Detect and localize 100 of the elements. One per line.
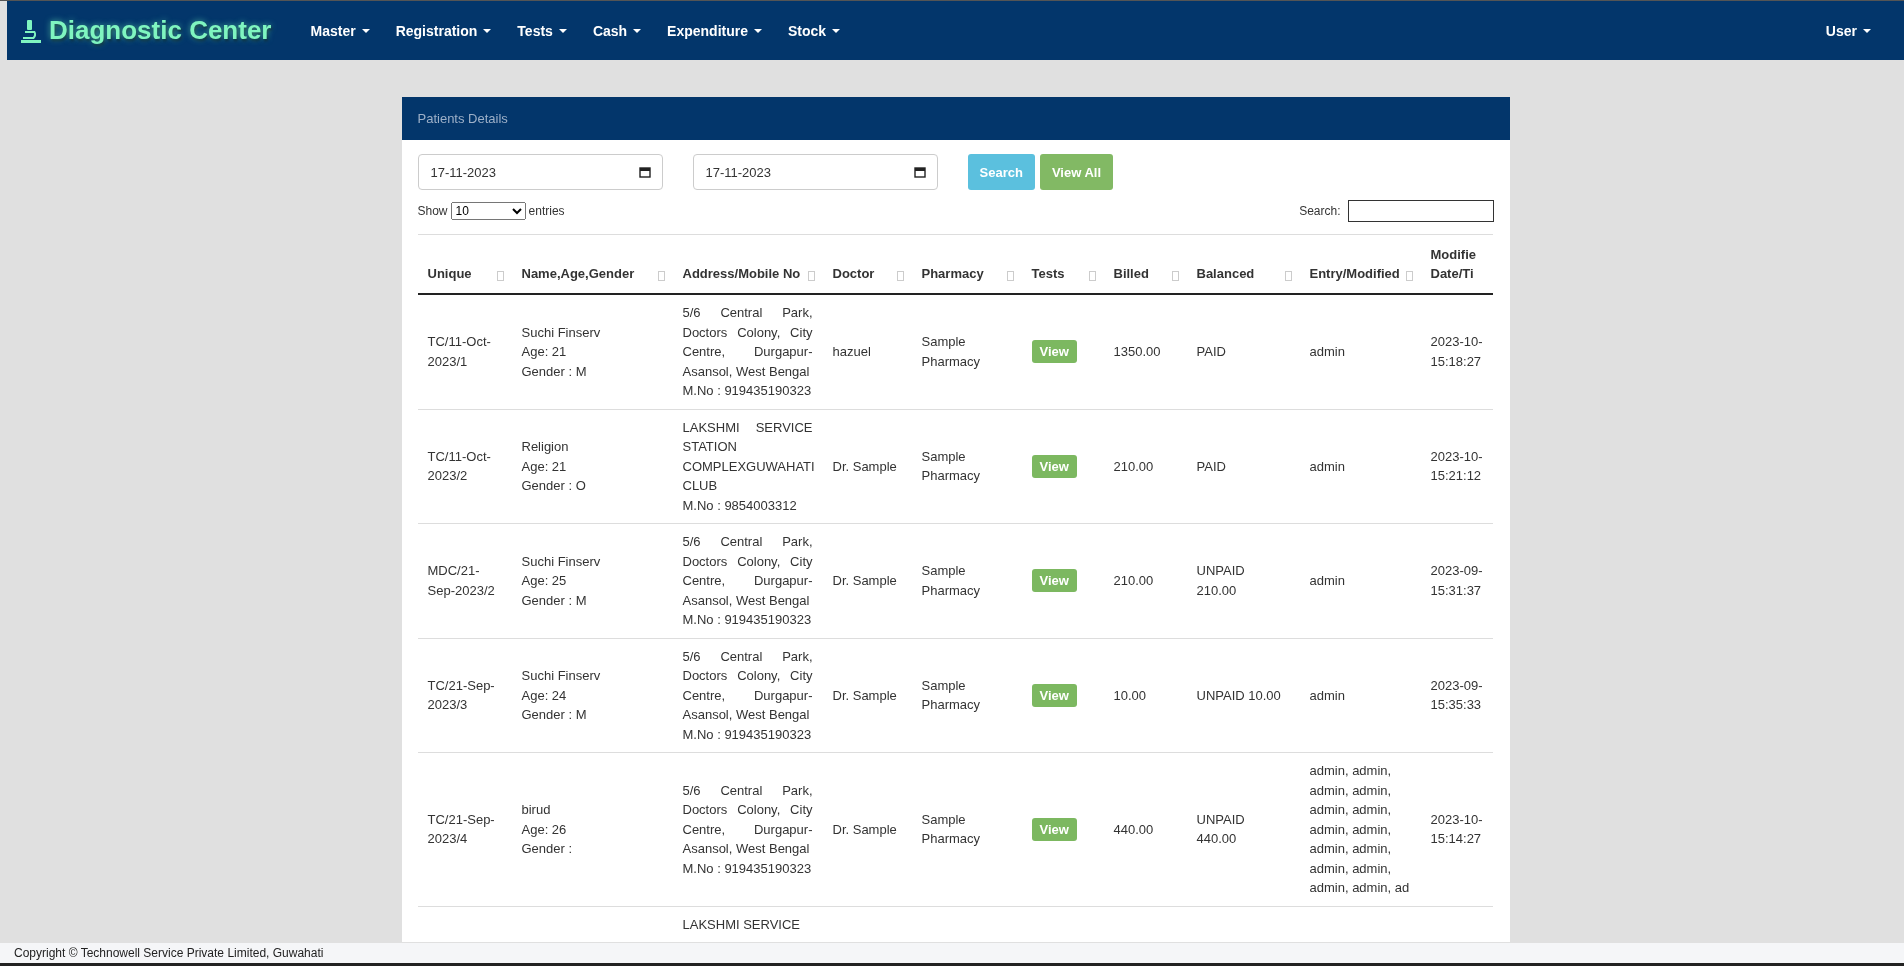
nav-menu[interactable]: Expenditure — [654, 22, 775, 39]
table-cell-text: admin — [1309, 572, 1346, 590]
sort-icon[interactable] — [1284, 271, 1292, 281]
sort-icon[interactable] — [1405, 271, 1413, 281]
column-header: Pharmacy — [921, 265, 984, 283]
table-cell-text: PAID — [1196, 457, 1227, 476]
user-menu[interactable]: User — [1812, 22, 1884, 39]
table-cell-text: Sample Pharmacy — [921, 676, 982, 715]
mobile-number: M.No : 919435190323 — [682, 611, 813, 629]
caret-icon — [832, 28, 841, 33]
table-cell-text: UNPAID 210.00 — [1196, 562, 1246, 600]
caret-icon — [483, 28, 492, 33]
mobile-number: M.No : 919435190323 — [682, 382, 813, 400]
brand-title[interactable]: Diagnostic Center — [19, 15, 272, 46]
column-header: Address/Mobile No — [682, 265, 801, 283]
table-cell-text: PAID — [1196, 343, 1227, 361]
sort-icon[interactable] — [657, 271, 665, 281]
table-cell-text: TC/11-Oct-2023/1 — [427, 333, 492, 371]
table-cell-text: 1350.00 — [1113, 343, 1162, 361]
table-cell-text: 2023-10- 15:21:12 — [1430, 447, 1484, 486]
table-cell-text: 440.00 — [1113, 820, 1155, 839]
patient-gender: Gender : M — [521, 706, 588, 724]
column-header: Entry/Modified — [1309, 265, 1400, 283]
patient-age: Age: 24 — [521, 686, 568, 705]
table-cell-text: Sample Pharmacy — [921, 810, 982, 849]
sort-icon[interactable] — [496, 271, 504, 281]
table-cell-text: Sample Pharmacy — [921, 447, 982, 486]
nav-menu[interactable]: Registration — [382, 22, 505, 39]
table-cell-text: TC/11-Oct-2023/2 — [427, 447, 492, 486]
date-field[interactable]: 17-11-2023 — [417, 154, 663, 190]
table-cell-text: admin — [1309, 343, 1346, 361]
mobile-number: M.No : 919435190323 — [682, 859, 813, 878]
patient-age: Age: 21 — [521, 343, 568, 361]
table-cell-text: 210.00 — [1113, 457, 1155, 476]
patient-gender: Gender : M — [521, 591, 588, 610]
address-text: LAKSHMI SERVICE — [682, 915, 802, 934]
nav-menu[interactable]: Cash — [579, 22, 655, 39]
panel-title: Patients Details — [401, 97, 1510, 140]
sort-icon[interactable] — [1171, 271, 1179, 281]
search-field[interactable] — [1347, 200, 1494, 222]
patient-name: Suchi Finserv — [521, 552, 602, 571]
patient-age: Age: 26 — [521, 820, 568, 839]
table-cell-text: UNPAID 10.00 — [1196, 686, 1282, 705]
patient-gender: Gender : O — [521, 477, 587, 495]
table-cell-text: Dr. Sample — [832, 572, 898, 590]
table-cell-text: Dr. Sample — [832, 457, 898, 476]
patient-name: Suchi Finserv — [521, 667, 602, 685]
table-cell-text: Dr. Sample — [832, 820, 898, 839]
table-cell-text: hazuel — [832, 343, 872, 361]
sort-icon[interactable] — [896, 271, 904, 281]
caret-icon — [558, 28, 567, 33]
table-cell-text: 210.00 — [1113, 572, 1155, 590]
nav-menu[interactable]: Master — [297, 22, 383, 39]
patient-age: Age: 25 — [521, 572, 568, 590]
calendar-icon[interactable] — [638, 166, 651, 178]
table-cell-text: Sample Pharmacy — [921, 333, 982, 371]
sort-icon[interactable] — [807, 271, 815, 281]
address-text: 5/6 Central Park, Doctors Colony, City Centre, Durgapur-Asansol, West Bengal — [682, 781, 813, 858]
patient-name: Religion — [521, 438, 570, 456]
footer-text: Copyright © Technowell Service Private Limited, Guwahati — [0, 943, 1904, 966]
date-field[interactable]: 17-11-2023 — [692, 154, 938, 190]
table-cell-text: UNPAID 440.00 — [1196, 810, 1246, 849]
entries-label: entries — [528, 204, 565, 218]
table-cell-text: 2023-10- 15:14:27 — [1430, 810, 1484, 849]
table-cell-text: 2023-09- 15:31:37 — [1430, 562, 1484, 600]
address-text: 5/6 Central Park, Doctors Colony, City Centre, Durgapur-Asansol, West Bengal — [682, 647, 813, 724]
table-cell-text: TC/21-Sep-2023/4 — [427, 810, 496, 849]
table-cell-text: Dr. Sample — [832, 686, 898, 705]
entries-select[interactable]: 10 — [450, 202, 526, 220]
table-cell-text: 2023-10- 15:18:27 — [1430, 333, 1484, 371]
patient-gender: Gender : — [521, 840, 574, 858]
patient-age: Age: 21 — [521, 457, 568, 476]
sort-icon[interactable] — [1006, 271, 1014, 281]
table-cell-text: Sample Pharmacy — [921, 562, 982, 600]
nav-menu[interactable]: Stock — [775, 22, 854, 39]
patient-name: birud — [521, 801, 552, 819]
column-header: Modifie Date/Ti — [1430, 246, 1477, 283]
calendar-icon[interactable] — [913, 166, 926, 178]
table-cell-text: 10.00 — [1113, 686, 1148, 705]
caret-icon — [633, 28, 642, 33]
column-header: Billed — [1113, 265, 1149, 283]
address-text: 5/6 Central Park, Doctors Colony, City Centre, Durgapur-Asansol, West Bengal — [682, 533, 813, 610]
caret-icon — [361, 28, 370, 33]
table-cell-text: 2023-09- 15:35:33 — [1430, 676, 1484, 715]
sort-icon[interactable] — [1088, 271, 1096, 281]
column-header: Tests — [1031, 265, 1065, 283]
table-cell-text: admin, admin, admin, admin, admin, admin, admin, admin, admin, admin, admin, admin, admin, admin, ad — [1309, 762, 1411, 897]
search-label: Search: — [1299, 204, 1341, 218]
table-cell-text: TC/21-Sep-2023/3 — [427, 676, 496, 715]
table-cell-text: admin — [1309, 457, 1346, 476]
mobile-number: M.No : 919435190323 — [682, 725, 813, 744]
column-header: Doctor — [832, 265, 875, 283]
table-cell-text: admin — [1309, 686, 1346, 705]
patient-name: Suchi Finserv — [521, 323, 602, 342]
table-cell-text: MDC/21-Sep-2023/2 — [427, 562, 496, 600]
column-header: Name,Age,Gender — [521, 265, 635, 283]
caret-icon — [1863, 28, 1871, 33]
nav-menu[interactable]: Tests — [504, 22, 580, 39]
column-header: Unique — [427, 265, 472, 283]
address-text: 5/6 Central Park, Doctors Colony, City Centre, Durgapur-Asansol, West Bengal — [682, 304, 813, 381]
